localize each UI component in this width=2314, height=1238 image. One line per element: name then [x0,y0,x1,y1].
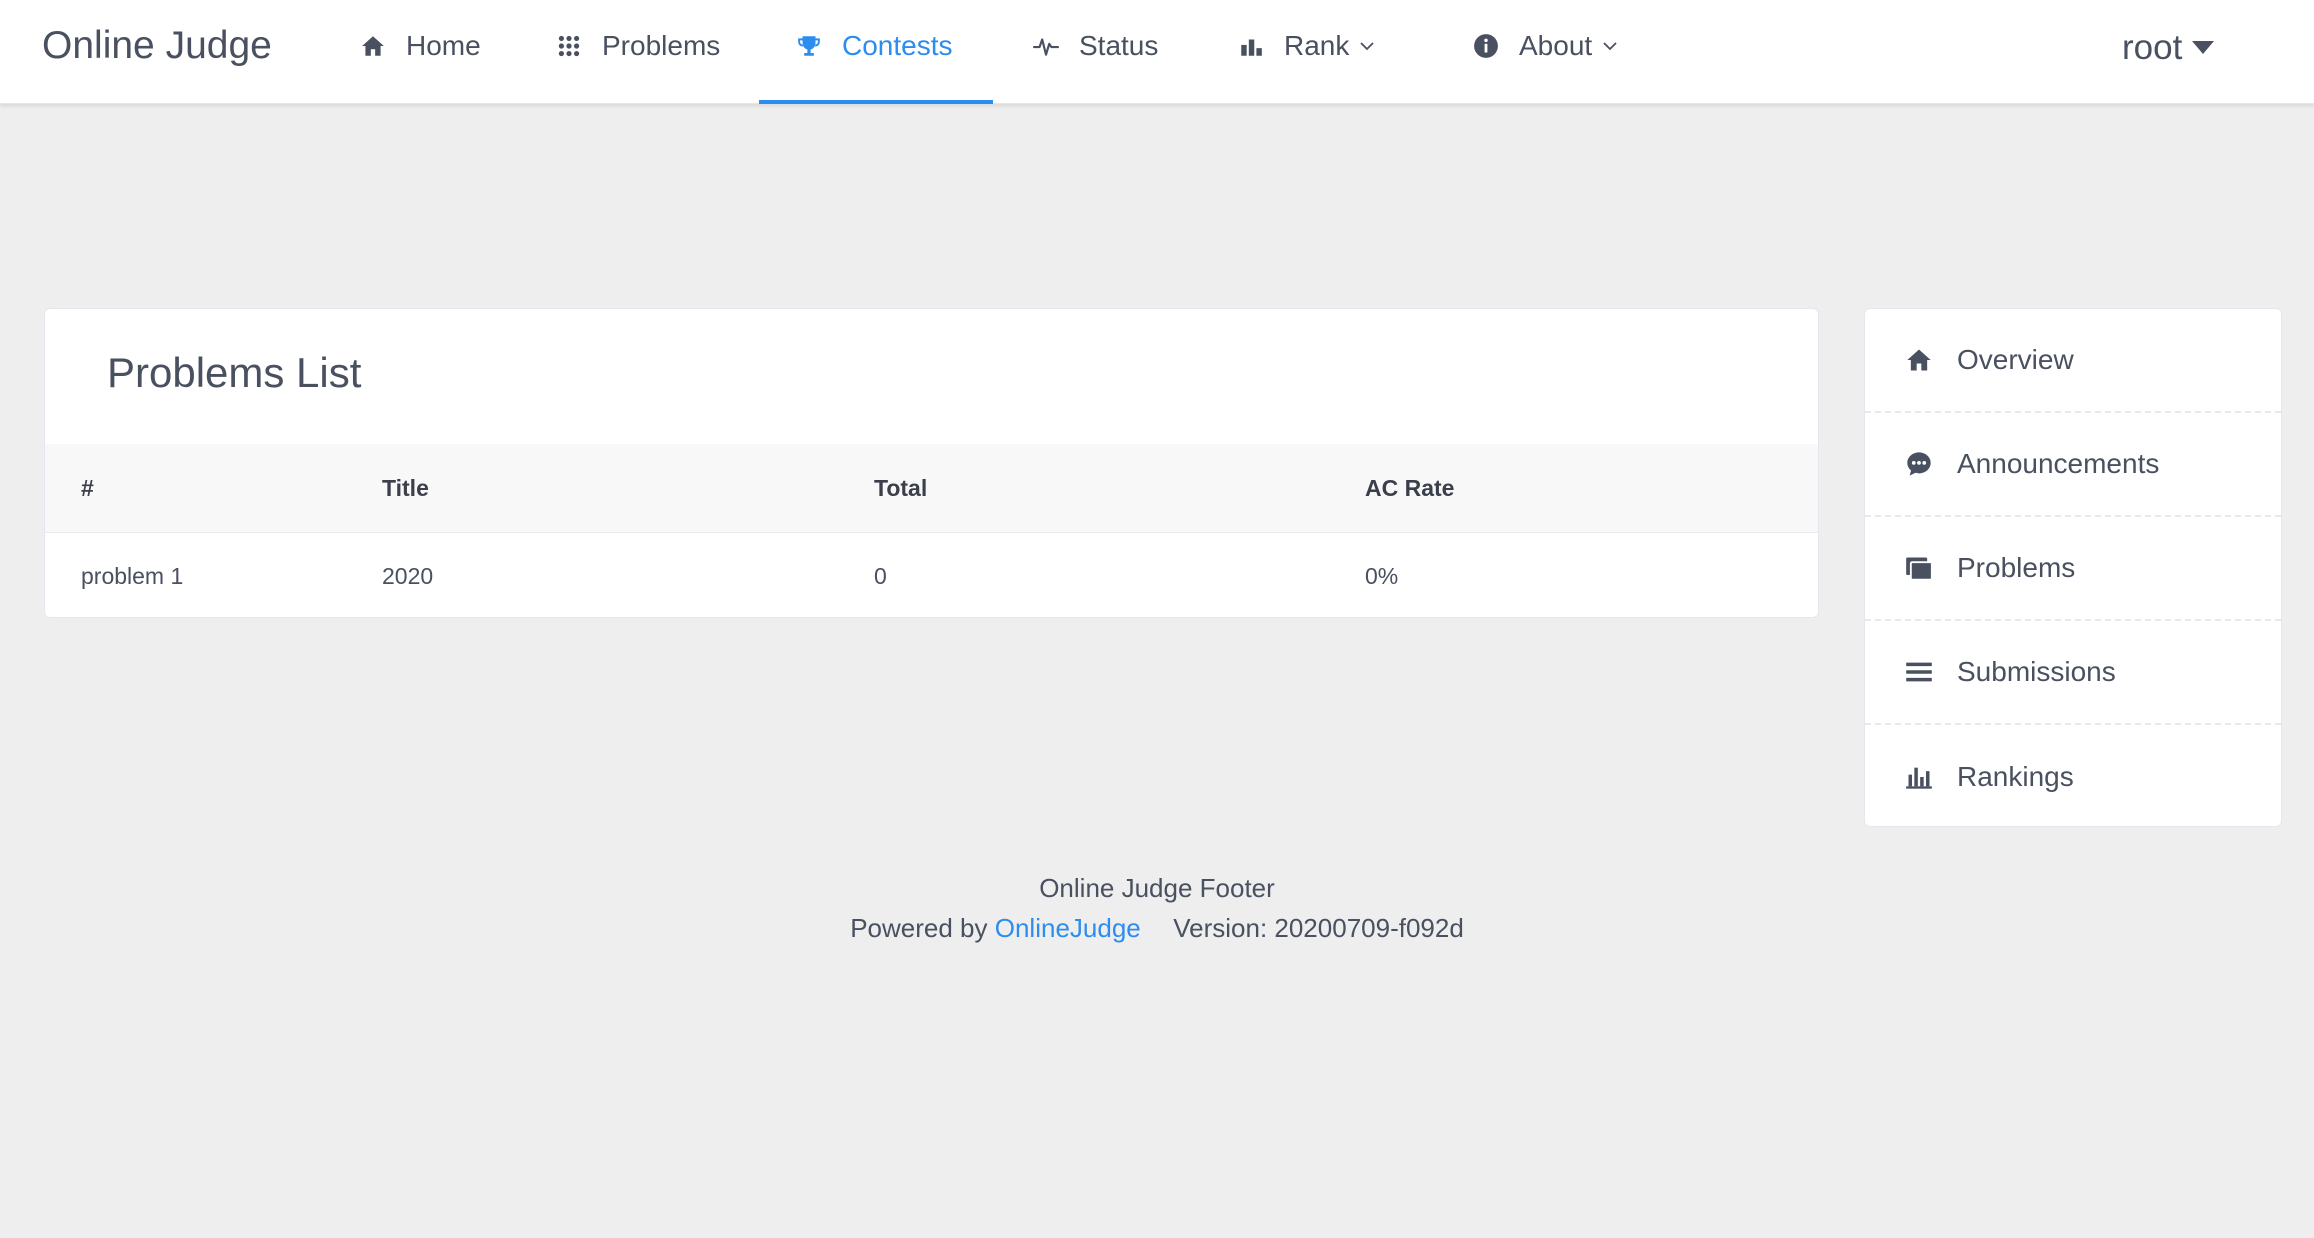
chat-bubble-icon [1905,450,1933,478]
trophy-icon [796,33,822,59]
nav-contests-label: Contests [842,30,953,61]
pulse-icon [1033,33,1059,59]
nav-about-dropdown[interactable]: About [1473,0,1620,92]
home-icon [360,33,386,59]
nav-rank-dropdown[interactable]: Rank [1238,0,1377,92]
bar-chart-icon [1905,763,1933,791]
footer-title: Online Judge Footer [1039,873,1275,903]
nav-about-label: About [1519,30,1593,61]
chevron-down-icon [1357,36,1377,56]
user-menu-dropdown[interactable]: root [2122,0,2216,96]
nav-contests[interactable]: Contests [796,0,953,92]
problems-list-card: Problems List # Title Total AC Rate prob… [44,308,1819,618]
column-header-ac-rate[interactable]: AC Rate [1365,444,1454,532]
cell-total: 0 [874,562,887,589]
side-menu-overview-label: Overview [1957,344,2074,375]
nav-problems-label: Problems [602,30,721,61]
caret-down-icon [2190,38,2216,58]
username: root [2122,28,2183,67]
column-header-total[interactable]: Total [874,444,927,532]
side-menu-rankings-label: Rankings [1957,761,2074,792]
footer-powered-line: Powered by OnlineJudge Version: 20200709… [0,908,2314,948]
chevron-down-icon [1600,36,1620,56]
bar-chart-icon [1238,33,1264,59]
table-row[interactable]: problem 1 2020 0 0% [45,533,1818,617]
column-header-number[interactable]: # [81,444,94,532]
info-icon [1473,33,1499,59]
nav-rank-label: Rank [1284,30,1350,61]
column-header-title[interactable]: Title [382,444,429,532]
cell-title[interactable]: 2020 [382,533,433,617]
side-menu-overview[interactable]: Overview [1865,309,2281,413]
table-header-row: # Title Total AC Rate [45,444,1818,533]
side-menu-problems-label: Problems [1957,552,2076,583]
nav-status[interactable]: Status [1033,0,1158,92]
side-menu-submissions[interactable]: Submissions [1865,621,2281,725]
footer-version: Version: 20200709-f092d [1173,913,1464,943]
onlinejudge-link[interactable]: OnlineJudge [995,913,1141,943]
home-icon [1905,346,1933,374]
side-menu-announcements-label: Announcements [1957,448,2160,479]
cell-ac-rate: 0% [1365,562,1399,589]
app-logo-title[interactable]: Online Judge [42,0,272,92]
grid-icon [556,33,582,59]
footer-powered-prefix: Powered by [850,913,988,943]
side-menu-problems[interactable]: Problems [1865,517,2281,621]
stack-icon [1905,554,1933,582]
nav-home[interactable]: Home [360,0,481,92]
nav-status-label: Status [1079,30,1159,61]
card-title: Problems List [107,349,362,396]
active-tab-underline [759,100,993,104]
contest-side-menu: Overview Announcements Problems Submissi… [1864,308,2282,827]
side-menu-submissions-label: Submissions [1957,656,2116,687]
side-menu-rankings[interactable]: Rankings [1865,725,2281,826]
list-icon [1905,658,1933,686]
page-footer: Online Judge Footer Powered by OnlineJud… [0,868,2314,948]
top-navbar: Online Judge Home Problems Contests Stat… [0,0,2314,104]
nav-home-label: Home [406,30,481,61]
side-menu-announcements[interactable]: Announcements [1865,413,2281,517]
cell-problem-id[interactable]: problem 1 [81,533,183,617]
nav-problems[interactable]: Problems [556,0,720,92]
